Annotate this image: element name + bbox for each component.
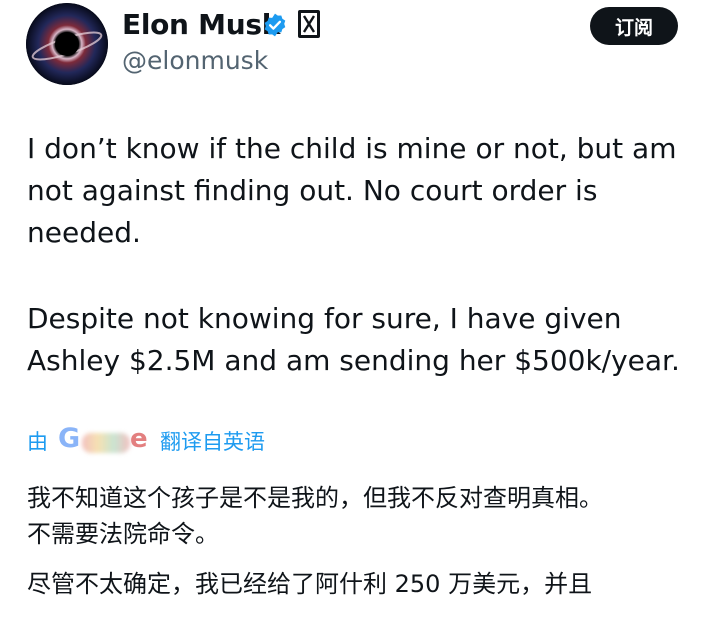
tweet-line: not against finding out. No court order … (27, 174, 598, 207)
translation-line: 我不知道这个孩子是不是我的，但我不反对查明真相。 (27, 484, 603, 512)
display-name[interactable]: Elon Musk (122, 8, 280, 41)
translated-by-label: 由 (27, 430, 48, 454)
tweet-paragraph-1: I don’t know if the child is mine or not… (27, 128, 707, 254)
verified-badge-icon (264, 13, 286, 37)
subscribe-button[interactable]: 订阅 (590, 7, 678, 45)
black-hole-avatar-icon (26, 3, 108, 85)
translation-attribution[interactable]: 由 G e 翻译自英语 (27, 423, 265, 457)
translation-paragraph-1: 我不知道这个孩子是不是我的，但我不反对查明真相。 不需要法院命令。 (27, 480, 707, 552)
translated-from-label: 翻译自英语 (160, 430, 265, 454)
tweet-line: needed. (27, 216, 141, 249)
tweet-paragraph-2: Despite not knowing for sure, I have giv… (27, 298, 707, 382)
google-logo-icon: G e (58, 423, 148, 454)
translation-line: 不需要法院命令。 (27, 520, 219, 548)
translation-paragraph-2: 尽管不太确定，我已经给了阿什利 250 万美元，并且 (27, 566, 707, 602)
tweet-line: Despite not knowing for sure, I have giv… (27, 302, 622, 335)
x-affiliate-badge-icon (298, 10, 320, 38)
tweet-line: I don’t know if the child is mine or not… (27, 132, 677, 165)
tweet-line: Ashley $2.5M and am sending her $500k/ye… (27, 344, 680, 377)
translation-line: 尽管不太确定，我已经给了阿什利 250 万美元，并且 (27, 570, 593, 598)
avatar[interactable] (26, 3, 108, 85)
username-handle[interactable]: @elonmusk (122, 46, 268, 75)
